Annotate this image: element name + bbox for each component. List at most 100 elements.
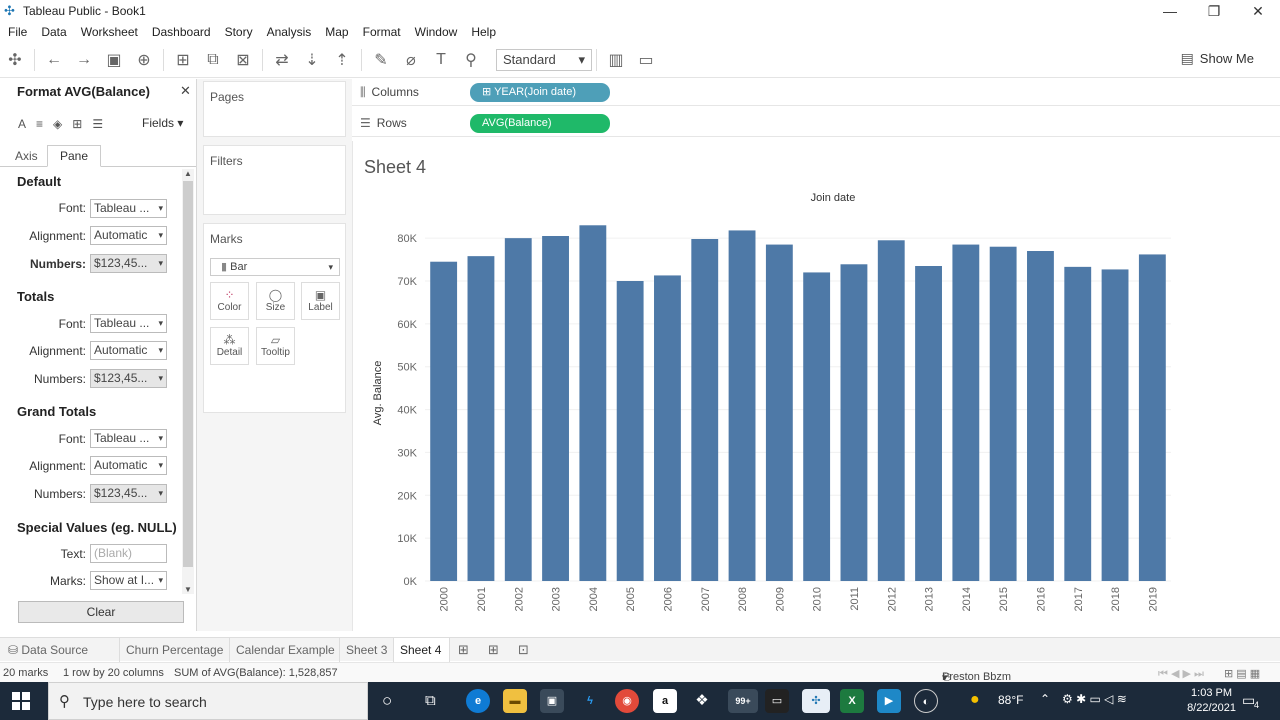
fit-mode-select[interactable]: Standard ▾ [496, 48, 592, 71]
alignment-icon[interactable]: ≡ [36, 117, 43, 131]
tab-calendar-example[interactable]: Calendar Example [230, 638, 340, 662]
fields-dropdown[interactable]: Fields ▾ [142, 116, 183, 130]
menu-analysis[interactable]: Analysis [267, 25, 312, 39]
tray-icons[interactable]: ⚙ ✱ ▭ ◁ ≋ [1062, 692, 1127, 706]
menu-dashboard[interactable]: Dashboard [152, 25, 211, 39]
redo-icon[interactable]: → [69, 46, 99, 74]
format-panel-scrollbar[interactable]: ▲ ▼ [182, 169, 194, 594]
scroll-down-icon[interactable]: ▼ [184, 585, 192, 594]
filters-card[interactable]: Filters [203, 145, 346, 215]
minimize-icon[interactable]: — [1148, 0, 1192, 22]
mark-type-select[interactable]: ▮ Bar ▾ [210, 258, 340, 276]
file-explorer-icon[interactable]: ▬ [503, 689, 527, 713]
tab-sheet-4[interactable]: Sheet 4 [394, 638, 450, 662]
duplicate-sheet-icon[interactable]: ⧉ [198, 46, 228, 74]
rows-shelf[interactable]: ☰ Rows AVG(Balance) [352, 110, 1280, 137]
dropbox-icon[interactable]: ❖ [690, 689, 714, 713]
presentation-mode-icon[interactable]: ▭ [631, 46, 661, 74]
taskbar-search-input[interactable]: ⚲ Type here to search [48, 682, 368, 720]
default-alignment-select[interactable]: Automatic ▾ [90, 226, 167, 245]
tab-churn-percentage[interactable]: Churn Percentage [120, 638, 230, 662]
tab-data-source[interactable]: ⛁ Data Source [0, 638, 120, 662]
lines-icon[interactable]: ☰ [92, 117, 103, 131]
chrome-icon[interactable]: ◉ [615, 689, 639, 713]
view-mode-icons[interactable]: ⊞ ▤ ▦ [1224, 667, 1260, 680]
store-icon[interactable]: ▣ [540, 689, 564, 713]
visual-studio-icon[interactable]: ϟ [578, 689, 602, 713]
highlight-icon[interactable]: ✎ [366, 46, 396, 74]
columns-shelf[interactable]: ⫼ Columns ⊞ YEAR(Join date) [352, 79, 1280, 106]
save-icon[interactable]: ▣ [99, 46, 129, 74]
mail-icon[interactable]: 99+ [728, 689, 758, 713]
show-me-button[interactable]: ▤ Show Me [1181, 50, 1254, 67]
columns-pill[interactable]: ⊞ YEAR(Join date) [470, 83, 610, 102]
swap-icon[interactable]: ⇄ [267, 46, 297, 74]
tableau-taskbar-icon[interactable]: ✣ [802, 689, 830, 713]
temperature[interactable]: 88°F [998, 693, 1023, 707]
obs-icon[interactable]: ◐ [914, 689, 938, 713]
menu-data[interactable]: Data [41, 25, 66, 39]
tab-sheet-3[interactable]: Sheet 3 [340, 638, 394, 662]
clear-sheet-icon[interactable]: ⊠ [228, 46, 258, 74]
windows-start-icon[interactable] [12, 692, 30, 710]
pages-card[interactable]: Pages [203, 81, 346, 137]
tray-chevron-icon[interactable]: ⌃ [1040, 692, 1050, 706]
new-story-icon[interactable]: ⊡ [518, 642, 529, 658]
restore-icon[interactable]: ❐ [1192, 0, 1236, 22]
tableau-home-icon[interactable]: ✣ [0, 46, 30, 74]
sort-ascending-icon[interactable]: ⇣ [297, 46, 327, 74]
default-numbers-select[interactable]: $123,45... ▾ [90, 254, 167, 273]
label-button[interactable]: ▣ Label [301, 282, 340, 320]
shading-icon[interactable]: ◈ [53, 117, 62, 131]
menu-map[interactable]: Map [325, 25, 348, 39]
tooltip-button[interactable]: ▱ Tooltip [256, 327, 295, 365]
new-worksheet-icon[interactable]: ⊞ [458, 642, 469, 658]
menu-format[interactable]: Format [363, 25, 401, 39]
totals-alignment-select[interactable]: Automatic ▾ [90, 341, 167, 360]
special-marks-select[interactable]: Show at I... ▾ [90, 571, 167, 590]
tab-axis[interactable]: Axis [15, 149, 38, 163]
close-icon[interactable]: ✕ [180, 83, 191, 99]
group-icon[interactable]: ⌀ [396, 46, 426, 74]
color-button[interactable]: ⁘ Color [210, 282, 249, 320]
borders-icon[interactable]: ⊞ [72, 117, 82, 131]
totals-numbers-select[interactable]: $123,45... ▾ [90, 369, 167, 388]
media-player-icon[interactable]: ▶ [877, 689, 901, 713]
menu-window[interactable]: Window [415, 25, 458, 39]
tab-pane[interactable]: Pane [47, 145, 102, 167]
rows-pill[interactable]: AVG(Balance) [470, 114, 610, 133]
sheet-nav-icons[interactable]: ⏮ ◀ ▶ ⏭ [1158, 667, 1204, 681]
amazon-icon[interactable]: a [653, 689, 677, 713]
grand-totals-alignment-select[interactable]: Automatic ▾ [90, 456, 167, 475]
show-labels-icon[interactable]: T [426, 46, 456, 74]
system-clock[interactable]: 1:03 PM 8/22/2021 [1187, 686, 1236, 716]
grand-totals-font-select[interactable]: Tableau ... ▾ [90, 429, 167, 448]
excel-icon[interactable]: X [840, 689, 864, 713]
menu-story[interactable]: Story [225, 25, 253, 39]
terminal-icon[interactable]: ▭ [765, 689, 789, 713]
totals-font-select[interactable]: Tableau ... ▾ [90, 314, 167, 333]
menu-file[interactable]: File [8, 25, 27, 39]
scrollbar-thumb[interactable] [183, 181, 193, 567]
detail-button[interactable]: ⁂ Detail [210, 327, 249, 365]
new-worksheet-icon[interactable]: ⊞ [168, 46, 198, 74]
scroll-up-icon[interactable]: ▲ [184, 169, 192, 178]
font-icon[interactable]: A [18, 117, 26, 131]
special-text-input[interactable]: (Blank) [90, 544, 167, 563]
pin-icon[interactable]: ⚲ [456, 46, 486, 74]
grand-totals-numbers-select[interactable]: $123,45... ▾ [90, 484, 167, 503]
clear-button[interactable]: Clear [18, 601, 184, 623]
close-icon[interactable]: ✕ [1236, 0, 1280, 22]
show-cards-icon[interactable]: ▥ [601, 46, 631, 74]
undo-icon[interactable]: ← [39, 46, 69, 74]
new-data-source-icon[interactable]: ⊕ [129, 46, 159, 74]
menu-worksheet[interactable]: Worksheet [81, 25, 138, 39]
cortana-icon[interactable]: ○ [382, 691, 392, 711]
menu-help[interactable]: Help [471, 25, 496, 39]
edge-icon[interactable]: e [466, 689, 490, 713]
size-button[interactable]: ◯ Size [256, 282, 295, 320]
sort-descending-icon[interactable]: ⇡ [327, 46, 357, 74]
new-dashboard-icon[interactable]: ⊞ [488, 642, 499, 658]
task-view-icon[interactable]: ⧉ [425, 692, 436, 709]
weather-icon[interactable]: ● [970, 691, 980, 709]
